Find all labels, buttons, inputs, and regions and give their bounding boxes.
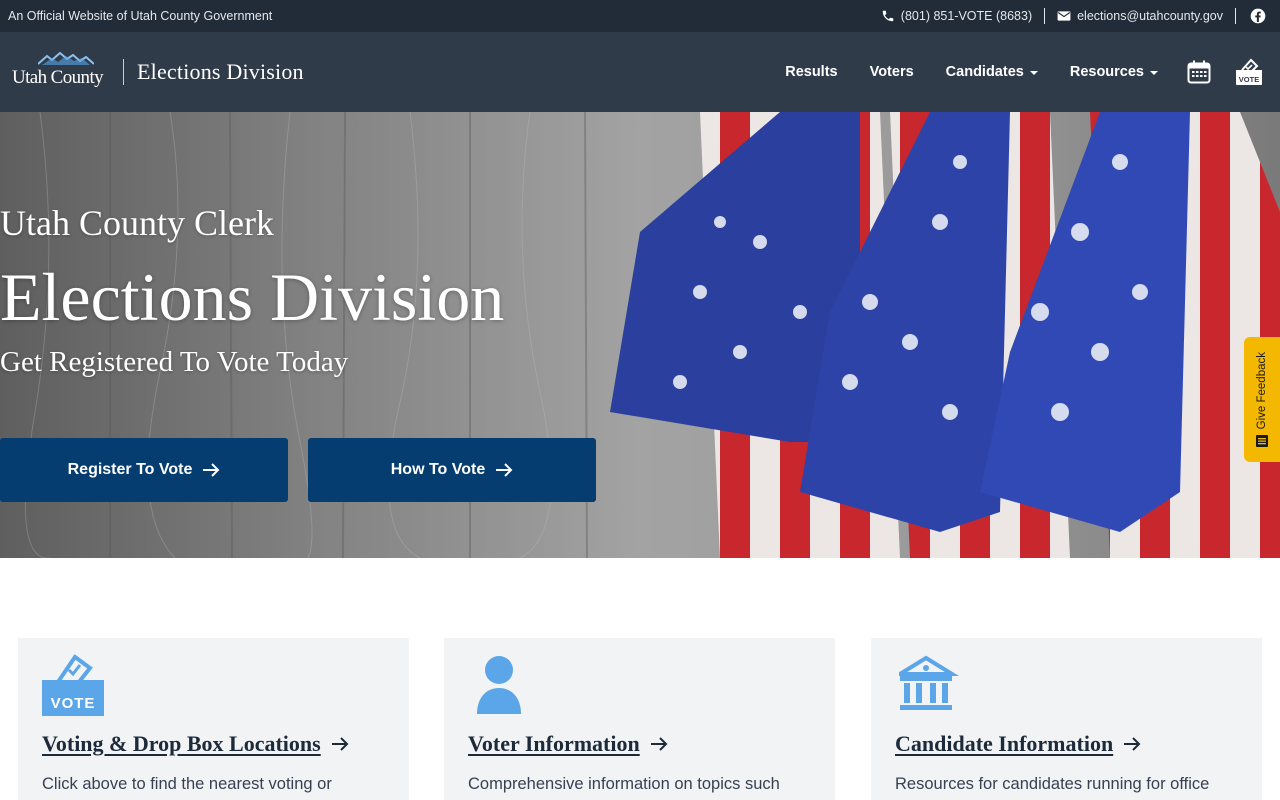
nav-voters[interactable]: Voters	[854, 64, 930, 80]
user-icon	[477, 656, 521, 714]
utility-bar: An Official Website of Utah County Gover…	[0, 0, 1280, 32]
official-website-notice: An Official Website of Utah County Gover…	[8, 9, 273, 23]
utah-county-logo: Utah County	[12, 52, 108, 92]
vote-button[interactable]: VOTE	[1224, 52, 1274, 92]
email-address: elections@utahcounty.gov	[1077, 9, 1223, 23]
register-to-vote-button[interactable]: Register To Vote	[0, 438, 288, 502]
chevron-down-icon	[1150, 71, 1158, 75]
register-to-vote-label: Register To Vote	[67, 461, 193, 478]
card-title: Candidate Information	[895, 731, 1114, 756]
ballot-box-icon: VOTE	[42, 654, 104, 716]
phone-icon	[882, 10, 894, 22]
card-voter-information: Voter Information Comprehensive informat…	[444, 638, 835, 800]
how-to-vote-label: How To Vote	[390, 461, 486, 478]
hero: Utah County Clerk Elections Division Get…	[0, 112, 1280, 558]
nav-candidates[interactable]: Candidates	[930, 64, 1054, 80]
card-title: Voter Information	[468, 731, 640, 756]
chevron-down-icon	[1029, 71, 1038, 75]
voting-locations-link[interactable]: Voting & Drop Box Locations	[42, 731, 349, 757]
arrow-right-icon	[1124, 737, 1141, 751]
arrow-right-icon	[331, 737, 349, 751]
facebook-icon	[1250, 8, 1266, 24]
nav-resources-label: Resources	[1069, 64, 1144, 80]
card-description: Click above to find the nearest voting o…	[42, 775, 332, 793]
give-feedback-label: Give Feedback	[1256, 351, 1268, 430]
arrow-right-icon	[496, 463, 513, 477]
hero-subtitle: Get Registered To Vote Today	[0, 346, 349, 378]
nav-resources[interactable]: Resources	[1054, 64, 1174, 80]
card-candidate-information: Candidate Information Resources for cand…	[871, 638, 1262, 800]
phone-link[interactable]: (801) 851-VOTE (8683)	[869, 9, 1044, 23]
main-nav: Results Voters Candidates Resources VOTE	[769, 32, 1280, 112]
arrow-right-icon	[650, 737, 668, 751]
arrow-right-icon	[203, 463, 220, 477]
ballot-box-icon: VOTE	[1236, 58, 1262, 85]
give-feedback-tab[interactable]: Give Feedback	[1244, 337, 1280, 462]
quick-links: VOTE Voting & Drop Box Locations Click a…	[0, 638, 1280, 800]
mountains-icon	[38, 52, 94, 65]
calendar-button[interactable]	[1174, 52, 1224, 92]
nav-candidates-label: Candidates	[945, 64, 1024, 80]
logo-wordmark: Utah County	[12, 67, 104, 88]
voter-information-link[interactable]: Voter Information	[468, 731, 668, 757]
card-description: Comprehensive information on topics such	[468, 775, 780, 793]
facebook-link[interactable]	[1236, 8, 1280, 24]
phone-number: (801) 851-VOTE (8683)	[900, 9, 1033, 23]
feedback-icon	[1256, 435, 1268, 448]
card-voting-locations: VOTE Voting & Drop Box Locations Click a…	[18, 638, 409, 800]
email-link[interactable]: elections@utahcounty.gov	[1045, 9, 1235, 23]
vote-icon-label: VOTE	[1239, 75, 1259, 84]
site-header: Utah County Elections Division Results V…	[0, 32, 1280, 112]
hero-kicker: Utah County Clerk	[0, 203, 274, 243]
candidate-information-link[interactable]: Candidate Information	[895, 731, 1141, 757]
calendar-icon	[1187, 60, 1211, 84]
hero-title: Elections Division	[0, 259, 505, 335]
card-title: Voting & Drop Box Locations	[42, 731, 321, 756]
home-logo-link[interactable]: Utah County Elections Division	[12, 52, 304, 92]
envelope-icon	[1057, 11, 1071, 21]
vote-icon-label: VOTE	[51, 695, 96, 712]
nav-results[interactable]: Results	[769, 64, 853, 80]
government-building-icon	[899, 655, 960, 710]
division-title: Elections Division	[137, 59, 304, 84]
utility-contact: (801) 851-VOTE (8683) elections@utahcoun…	[869, 0, 1280, 32]
card-description: Resources for candidates running for off…	[895, 775, 1210, 793]
brand-divider	[123, 59, 124, 85]
how-to-vote-button[interactable]: How To Vote	[308, 438, 596, 502]
